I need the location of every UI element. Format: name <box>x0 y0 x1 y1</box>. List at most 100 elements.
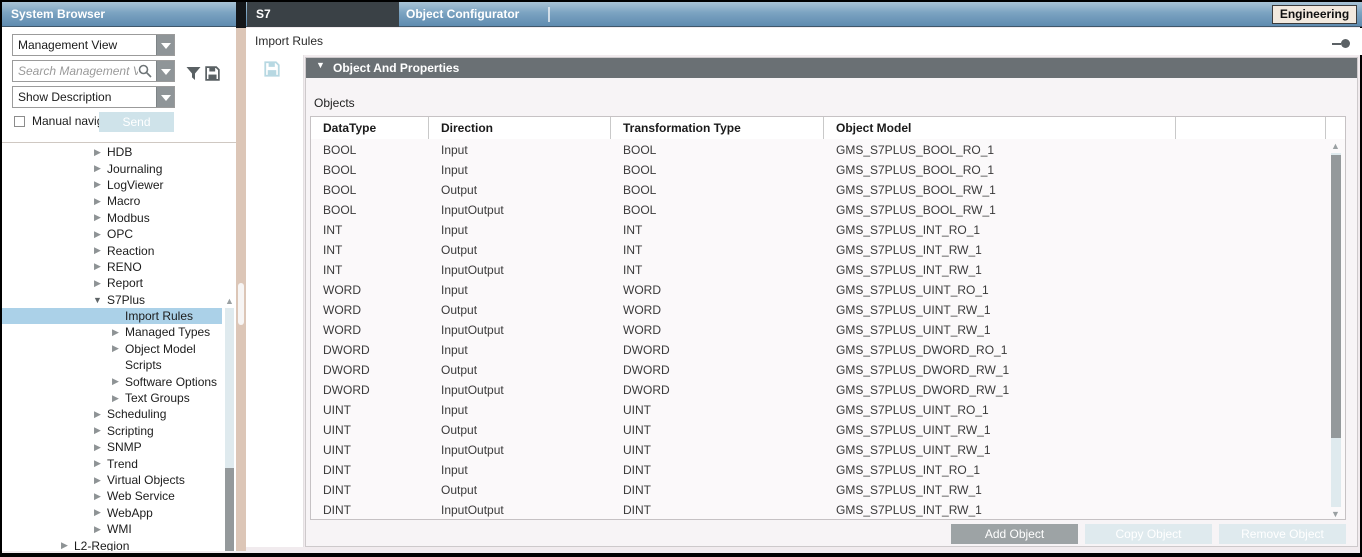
table-row[interactable]: WORDInputOutputWORDGMS_S7PLUS_UINT_RW_1 <box>311 320 1329 340</box>
tree-item-webapp[interactable]: ▶WebApp <box>2 505 222 521</box>
tree-expand-icon[interactable]: ▶ <box>91 245 104 256</box>
tree-item-text-groups[interactable]: ▶Text Groups <box>2 390 222 406</box>
scroll-down-icon[interactable]: ▼ <box>1329 509 1342 519</box>
add-object-button[interactable]: Add Object <box>951 524 1078 544</box>
tree-expand-icon[interactable]: ▶ <box>58 540 71 551</box>
search-input[interactable]: Search Management View <box>18 61 138 81</box>
tab-object-configurator[interactable]: Object Configurator <box>406 2 519 27</box>
tree-expand-icon[interactable]: ▶ <box>91 212 104 223</box>
table-row[interactable]: DINTInputOutputDINTGMS_S7PLUS_INT_RW_1 <box>311 500 1329 520</box>
chevron-down-icon[interactable] <box>156 87 174 107</box>
tree-item-managed-types[interactable]: ▶Managed Types <box>2 324 222 340</box>
tree-item-virtual-objects[interactable]: ▶Virtual Objects <box>2 472 222 488</box>
tree-expand-icon[interactable]: ▶ <box>91 229 104 240</box>
tree-item-reno[interactable]: ▶RENO <box>2 259 222 275</box>
table-row[interactable]: UINTInputOutputUINTGMS_S7PLUS_UINT_RW_1 <box>311 440 1329 460</box>
column-header-transformation-type[interactable]: Transformation Type <box>611 117 824 139</box>
scroll-up-icon[interactable]: ▲ <box>223 296 236 306</box>
tree-item-l2-region[interactable]: ▶L2-Region <box>2 537 222 551</box>
panel-splitter[interactable] <box>236 2 246 551</box>
tree-item-object-model[interactable]: ▶Object Model <box>2 341 222 357</box>
tree-item-web-service[interactable]: ▶Web Service <box>2 488 222 504</box>
table-row[interactable]: INTOutputINTGMS_S7PLUS_INT_RW_1 <box>311 240 1329 260</box>
tree-item-logviewer[interactable]: ▶LogViewer <box>2 177 222 193</box>
manual-navigation-checkbox[interactable] <box>14 116 25 127</box>
tree-expand-icon[interactable]: ▶ <box>109 376 122 387</box>
tree-expand-icon[interactable]: ▶ <box>91 179 104 190</box>
tree-item-snmp[interactable]: ▶SNMP <box>2 439 222 455</box>
tree-item-scripting[interactable]: ▶Scripting <box>2 423 222 439</box>
table-row[interactable]: DINTOutputDINTGMS_S7PLUS_INT_RW_1 <box>311 480 1329 500</box>
table-row[interactable]: WORDInputWORDGMS_S7PLUS_UINT_RO_1 <box>311 280 1329 300</box>
save-icon[interactable] <box>263 60 281 78</box>
table-row[interactable]: UINTOutputUINTGMS_S7PLUS_UINT_RW_1 <box>311 420 1329 440</box>
column-header-direction[interactable]: Direction <box>429 117 611 139</box>
table-row[interactable]: BOOLInputBOOLGMS_S7PLUS_BOOL_RO_1 <box>311 140 1329 160</box>
tree-item-wmi[interactable]: ▶WMI <box>2 521 222 537</box>
save-icon[interactable] <box>204 65 221 82</box>
tree-item-scripts[interactable]: Scripts <box>2 357 222 373</box>
column-header-object-model[interactable]: Object Model <box>824 117 1176 139</box>
chevron-down-icon[interactable] <box>156 61 174 81</box>
tree-expand-icon[interactable]: ▶ <box>91 278 104 289</box>
tree-expand-icon[interactable]: ▶ <box>91 458 104 469</box>
column-header-datatype[interactable]: DataType <box>311 117 429 139</box>
collapse-arrow-icon[interactable]: ▼ <box>316 60 325 70</box>
tree-expand-icon[interactable]: ▶ <box>91 442 104 453</box>
tree-item-journaling[interactable]: ▶Journaling <box>2 160 222 176</box>
tree-scrollbar[interactable]: ▲ ▼ <box>223 296 236 551</box>
tree-item-report[interactable]: ▶Report <box>2 275 222 291</box>
tree-expand-icon[interactable]: ▶ <box>91 163 104 174</box>
tree-expand-icon[interactable]: ▶ <box>91 196 104 207</box>
table-row[interactable]: INTInputINTGMS_S7PLUS_INT_RO_1 <box>311 220 1329 240</box>
tab-s7[interactable]: S7 <box>247 2 399 27</box>
description-selector-dropdown[interactable]: Show Description <box>12 86 175 108</box>
tree-item-opc[interactable]: ▶OPC <box>2 226 222 242</box>
table-scrollbar-thumb[interactable] <box>1331 155 1341 438</box>
tree-expand-icon[interactable]: ▶ <box>91 425 104 436</box>
table-row[interactable]: BOOLOutputBOOLGMS_S7PLUS_BOOL_RW_1 <box>311 180 1329 200</box>
tree-expand-icon[interactable]: ▶ <box>109 343 122 354</box>
table-row[interactable]: WORDOutputWORDGMS_S7PLUS_UINT_RW_1 <box>311 300 1329 320</box>
panel-header[interactable]: ▼ Object And Properties <box>306 58 1357 78</box>
send-button[interactable]: Send <box>99 112 174 132</box>
tree-expand-icon[interactable]: ▶ <box>91 507 104 518</box>
engineering-mode-button[interactable]: Engineering <box>1272 5 1357 24</box>
tree-item-hdb[interactable]: ▶HDB <box>2 144 222 160</box>
table-row[interactable]: DWORDOutputDWORDGMS_S7PLUS_DWORD_RW_1 <box>311 360 1329 380</box>
tree-expand-icon[interactable]: ▶ <box>91 409 104 420</box>
tree-item-modbus[interactable]: ▶Modbus <box>2 210 222 226</box>
tree-item-s7plus[interactable]: ▼S7Plus <box>2 292 222 308</box>
tree-scrollbar-thumb[interactable] <box>225 468 234 551</box>
table-row[interactable]: BOOLInputOutputBOOLGMS_S7PLUS_BOOL_RW_1 <box>311 200 1329 220</box>
table-row[interactable]: DINTInputDINTGMS_S7PLUS_INT_RO_1 <box>311 460 1329 480</box>
view-selector-dropdown[interactable]: Management View <box>12 34 175 56</box>
tree-item-software-options[interactable]: ▶Software Options <box>2 373 222 389</box>
tree-item-macro[interactable]: ▶Macro <box>2 193 222 209</box>
tree-item-trend[interactable]: ▶Trend <box>2 455 222 471</box>
table-row[interactable]: DWORDInputOutputDWORDGMS_S7PLUS_DWORD_RW… <box>311 380 1329 400</box>
splitter-grip-handle[interactable] <box>238 283 244 325</box>
copy-object-button[interactable]: Copy Object <box>1085 524 1212 544</box>
tree-expand-icon[interactable]: ▶ <box>91 147 104 158</box>
tree-item-reaction[interactable]: ▶Reaction <box>2 242 222 258</box>
tree-expand-icon[interactable]: ▶ <box>91 524 104 535</box>
tree-expand-icon[interactable]: ▶ <box>109 393 122 404</box>
tree-expand-icon[interactable]: ▶ <box>91 475 104 486</box>
tree-item-scheduling[interactable]: ▶Scheduling <box>2 406 222 422</box>
table-row[interactable]: UINTInputUINTGMS_S7PLUS_UINT_RO_1 <box>311 400 1329 420</box>
remove-object-button[interactable]: Remove Object <box>1219 524 1346 544</box>
scroll-up-icon[interactable]: ▲ <box>1329 141 1342 151</box>
table-scrollbar[interactable]: ▲ ▼ <box>1329 141 1344 519</box>
pin-icon[interactable] <box>1332 39 1350 48</box>
tree-expand-icon[interactable]: ▶ <box>91 491 104 502</box>
filter-icon[interactable] <box>185 65 202 82</box>
chevron-down-icon[interactable] <box>156 35 174 55</box>
table-row[interactable]: DWORDInputDWORDGMS_S7PLUS_DWORD_RO_1 <box>311 340 1329 360</box>
table-row[interactable]: INTInputOutputINTGMS_S7PLUS_INT_RW_1 <box>311 260 1329 280</box>
table-row[interactable]: BOOLInputBOOLGMS_S7PLUS_BOOL_RO_1 <box>311 160 1329 180</box>
tree-collapse-icon[interactable]: ▼ <box>91 295 104 305</box>
tree-expand-icon[interactable]: ▶ <box>109 327 122 338</box>
search-combobox[interactable]: Search Management View <box>12 60 175 82</box>
tree-item-import-rules[interactable]: Import Rules <box>2 308 222 324</box>
